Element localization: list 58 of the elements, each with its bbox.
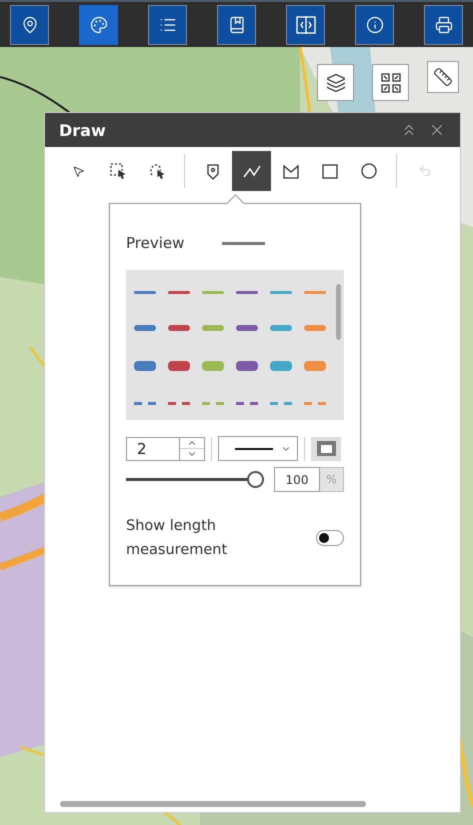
line-swatch[interactable] [168,402,190,405]
line-swatch[interactable] [168,291,190,294]
preview-label: Preview [126,234,184,252]
line-swatch[interactable] [202,291,224,294]
map-tool-button[interactable] [427,61,459,93]
scrollbar-thumb[interactable] [336,284,341,340]
ruler-icon [433,67,453,87]
unit-label: % [320,467,344,492]
line-swatch[interactable] [236,361,258,372]
toolbar-button[interactable] [10,4,49,44]
toolbar-button[interactable] [148,4,187,44]
line-style-dropdown[interactable] [218,436,298,461]
bookmark-icon [228,16,246,34]
line-swatch[interactable] [270,324,292,331]
line-swatch[interactable] [236,402,258,405]
line-swatch[interactable] [304,361,326,372]
line-swatch[interactable] [270,361,292,372]
slider-thumb[interactable] [247,471,264,488]
line-swatch[interactable] [168,324,190,331]
scrollbar-thumb[interactable] [60,800,366,806]
print-icon [434,16,452,34]
line-swatch[interactable] [202,361,224,372]
panel-title: Draw [59,120,107,140]
toolbar-button[interactable] [424,4,463,44]
line-swatch[interactable] [304,324,326,331]
toolbar-button[interactable] [217,4,256,44]
map-pin-icon [20,16,38,34]
line-swatch[interactable] [236,291,258,294]
map-tool-button[interactable] [372,64,409,101]
line-swatch[interactable] [134,291,156,294]
line-swatch[interactable] [202,324,224,331]
line-swatch[interactable] [270,291,292,294]
draw-tool-button[interactable] [232,151,271,191]
line-swatch[interactable] [202,402,224,405]
map-tool-button[interactable] [317,64,354,101]
line-swatch[interactable] [134,324,156,331]
grid-icon [380,72,400,92]
toggle-label: Show length measurement [126,517,228,560]
line-swatch[interactable] [134,361,156,372]
line-swatch[interactable] [236,324,258,331]
layers-icon [326,72,346,92]
toolbar-button[interactable] [355,4,394,44]
opacity-slider[interactable] [126,471,264,488]
palette-icon [90,16,108,34]
info-icon [366,16,384,34]
line-swatch[interactable] [304,402,326,405]
line-swatch[interactable] [270,402,292,405]
toolbar-button[interactable] [79,4,118,44]
opacity-input[interactable]: 100 [274,467,320,492]
line-swatch[interactable] [168,361,190,372]
toolbar-button[interactable] [286,4,325,44]
width-input[interactable]: 2 [126,436,180,460]
preview-line [222,242,266,244]
line-swatch[interactable] [304,291,326,294]
fill-style-button[interactable] [311,436,341,460]
split-icon [296,16,316,34]
length-toggle[interactable] [316,530,344,546]
line-swatch[interactable] [134,402,156,405]
